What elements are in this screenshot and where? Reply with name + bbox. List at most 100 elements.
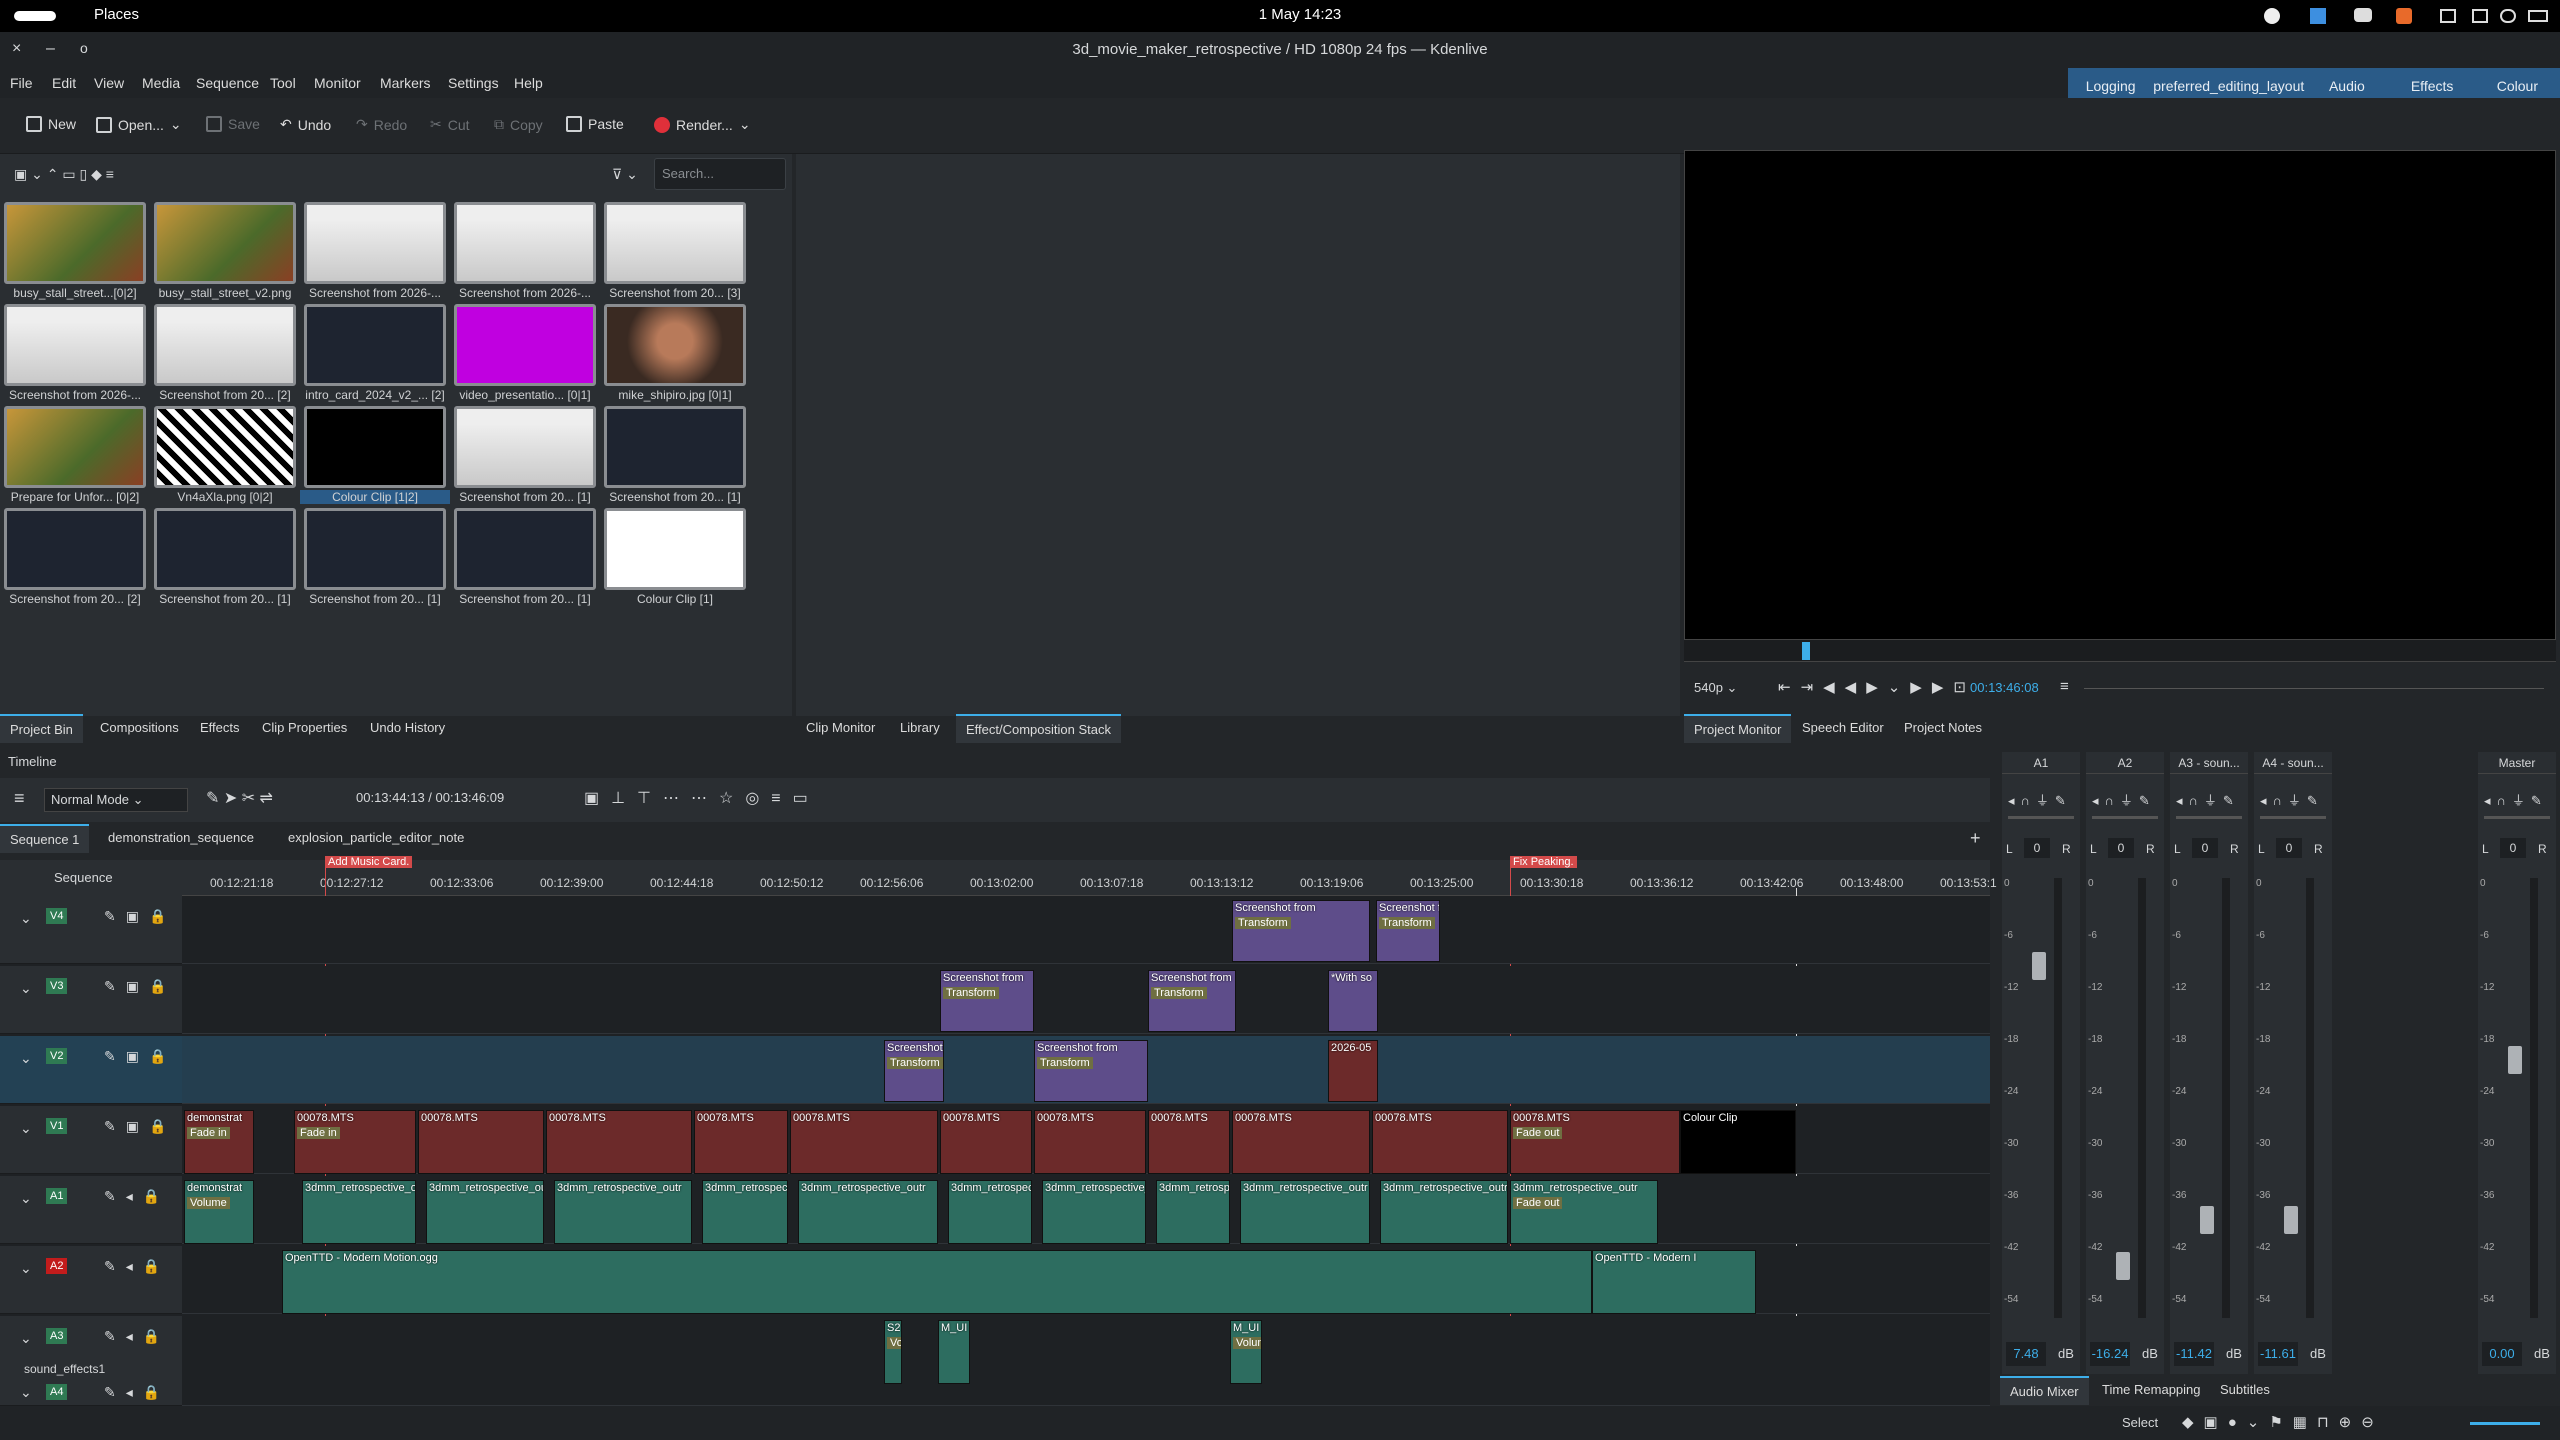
chevron-down-icon[interactable]: ⌄	[20, 1050, 32, 1067]
status-icons[interactable]: ◆▣●⌄⚑▦⊓⊕⊖	[2182, 1413, 2384, 1431]
track-controls[interactable]: ✎▣🔒	[104, 1118, 176, 1135]
chevron-down-icon[interactable]: ⌄	[20, 910, 32, 927]
track-controls[interactable]: ✎▣🔒	[104, 1048, 176, 1065]
tab-library[interactable]: Library	[890, 714, 950, 741]
redo-button[interactable]: ↷ Redo	[356, 116, 407, 133]
tab-subtitles[interactable]: Subtitles	[2210, 1376, 2280, 1403]
monitor-ruler[interactable]	[1684, 640, 2556, 662]
timeline-marker[interactable]: Add Music Card.	[325, 856, 413, 868]
tab-effects[interactable]: Effects	[190, 714, 250, 741]
tab-clip-properties[interactable]: Clip Properties	[252, 714, 357, 741]
clip-v2[interactable]: Screenshot from Transform	[884, 1040, 944, 1102]
bin-item-thumbnail[interactable]	[304, 508, 446, 590]
clip-v1-mts[interactable]: 00078.MTS	[694, 1110, 788, 1174]
copy-button[interactable]: ⧉ Copy	[494, 116, 543, 133]
chevron-down-icon[interactable]: ⌄	[20, 980, 32, 997]
mixer-strip-icons[interactable]: ◂∩⏚✎	[2484, 790, 2548, 809]
bin-toolbar-icons[interactable]: ▣ ⌄ ⌃ ▭ ▯ ◆ ≡	[14, 166, 114, 183]
transport-controls[interactable]: ⇤⇥◀◀▶⌄▶▶⊡	[1778, 678, 1976, 696]
volume-value[interactable]: -11.61	[2258, 1342, 2298, 1366]
volume-value[interactable]: 0.00	[2482, 1342, 2522, 1366]
volume-fader[interactable]	[2116, 1252, 2130, 1280]
clip-a1-audio[interactable]: 3dmm_retrospective_outr	[1156, 1180, 1230, 1244]
track-controls[interactable]: ✎▣🔒	[104, 978, 176, 995]
bin-item-thumbnail[interactable]	[604, 406, 746, 488]
timeline-marker[interactable]: Fix Peaking.	[1510, 856, 1577, 868]
bin-item-thumbnail[interactable]	[154, 202, 296, 284]
clip-a1[interactable]: demonstrat Volume	[184, 1180, 254, 1244]
track-controls[interactable]: ✎◂🔒	[104, 1384, 170, 1401]
track-controls[interactable]: ✎◂🔒	[104, 1188, 170, 1205]
clip-v1-mts[interactable]: 00078.MTS Fade in	[294, 1110, 416, 1174]
menu-edit[interactable]: Edit	[52, 75, 76, 91]
pan-value[interactable]: 0	[2276, 838, 2302, 858]
bin-item-thumbnail[interactable]	[454, 304, 596, 386]
pan-value[interactable]: 0	[2108, 838, 2134, 858]
bin-item-thumbnail[interactable]	[154, 508, 296, 590]
volume-value[interactable]: 7.48	[2006, 1342, 2046, 1366]
clip-v2[interactable]: Screenshot from Transform	[1034, 1040, 1148, 1102]
menu-help[interactable]: Help	[514, 75, 543, 91]
clip-a1-audio[interactable]: 3dmm_retrospective_outr	[554, 1180, 692, 1244]
bin-item-thumbnail[interactable]	[454, 508, 596, 590]
add-sequence-icon[interactable]: +	[1970, 828, 1981, 849]
track-name[interactable]: V3	[46, 978, 68, 994]
minimize-icon[interactable]: –	[46, 40, 55, 58]
clip-a1-audio[interactable]: 3dmm_retrospective_outr	[1042, 1180, 1146, 1244]
monitor-menu-icon[interactable]: ≡	[2060, 678, 2069, 695]
menu-tool[interactable]: Tool	[270, 75, 296, 91]
bin-item-thumbnail[interactable]	[4, 304, 146, 386]
bin-item-thumbnail[interactable]	[4, 406, 146, 488]
clip-a1-audio[interactable]: 3dmm_retrospective_outr	[426, 1180, 544, 1244]
clip-a2-music[interactable]: OpenTTD - Modern Motion.ogg	[282, 1250, 1592, 1314]
pan-value[interactable]: 0	[2500, 838, 2526, 858]
clip-v1-mts[interactable]: 00078.MTS	[790, 1110, 938, 1174]
bin-item-thumbnail[interactable]	[4, 508, 146, 590]
menu-media[interactable]: Media	[142, 75, 180, 91]
bin-item-thumbnail[interactable]	[604, 508, 746, 590]
clip-a1-audio[interactable]: 3dmm_retrospective_outr	[948, 1180, 1032, 1244]
open-button[interactable]: Open... ⌄	[96, 116, 182, 133]
tab-project-notes[interactable]: Project Notes	[1894, 714, 1992, 741]
track-controls[interactable]: ✎▣🔒	[104, 908, 176, 925]
tab-clip-monitor[interactable]: Clip Monitor	[796, 714, 885, 741]
bin-item-thumbnail[interactable]	[304, 406, 446, 488]
timeline-position[interactable]: 00:13:44:13 / 00:13:46:09	[356, 790, 504, 805]
track-name[interactable]: A4	[46, 1384, 68, 1400]
tab-explosion-note[interactable]: explosion_particle_editor_note	[278, 824, 474, 851]
clip-v1-mts[interactable]: 00078.MTS	[1034, 1110, 1146, 1174]
bin-item-thumbnail[interactable]	[604, 202, 746, 284]
track-name[interactable]: V2	[46, 1048, 68, 1064]
bin-item-thumbnail[interactable]	[604, 304, 746, 386]
tab-project-monitor[interactable]: Project Monitor	[1684, 714, 1792, 743]
track-name[interactable]: A1	[46, 1188, 68, 1204]
pan-value[interactable]: 0	[2024, 838, 2050, 858]
pan-slider[interactable]	[2092, 816, 2158, 819]
battery-icon[interactable]	[2528, 10, 2548, 22]
resolution-select[interactable]: 540p ⌄	[1694, 680, 1737, 696]
clip-a3-sfx[interactable]: M_UI	[938, 1320, 970, 1384]
clip-v2[interactable]: 2026-05	[1328, 1040, 1378, 1102]
bin-item-thumbnail[interactable]	[154, 406, 296, 488]
tab-project-bin[interactable]: Project Bin	[0, 714, 83, 743]
volume-fader[interactable]	[2284, 1206, 2298, 1234]
tray-icon[interactable]	[2264, 8, 2280, 24]
bin-item-thumbnail[interactable]	[454, 202, 596, 284]
bin-item-thumbnail[interactable]	[154, 304, 296, 386]
menu-file[interactable]: File	[10, 75, 33, 91]
clip-v1-mts[interactable]: 00078.MTS	[418, 1110, 544, 1174]
menu-settings[interactable]: Settings	[448, 75, 499, 91]
chevron-down-icon[interactable]: ⌄	[20, 1330, 32, 1347]
clip-v1-mts[interactable]: 00078.MTS	[1372, 1110, 1508, 1174]
zoom-bar[interactable]	[2084, 688, 2544, 689]
volume-fader[interactable]	[2032, 952, 2046, 980]
tab-sequence-1[interactable]: Sequence 1	[0, 824, 90, 853]
mixer-strip-icons[interactable]: ◂∩⏚✎	[2092, 790, 2156, 809]
chevron-down-icon[interactable]: ⌄	[20, 1120, 32, 1137]
monitor-timecode[interactable]: 00:13:46:08	[1970, 680, 2039, 695]
mixer-strip-icons[interactable]: ◂∩⏚✎	[2008, 790, 2072, 809]
clip-colour[interactable]: Colour Clip	[1680, 1110, 1796, 1174]
clip-v1-mts[interactable]: 00078.MTS	[546, 1110, 692, 1174]
clip-a1-audio[interactable]: 3dmm_retrospective_outr	[302, 1180, 416, 1244]
clip-a1-audio[interactable]: 3dmm_retrospective_outr	[702, 1180, 788, 1244]
